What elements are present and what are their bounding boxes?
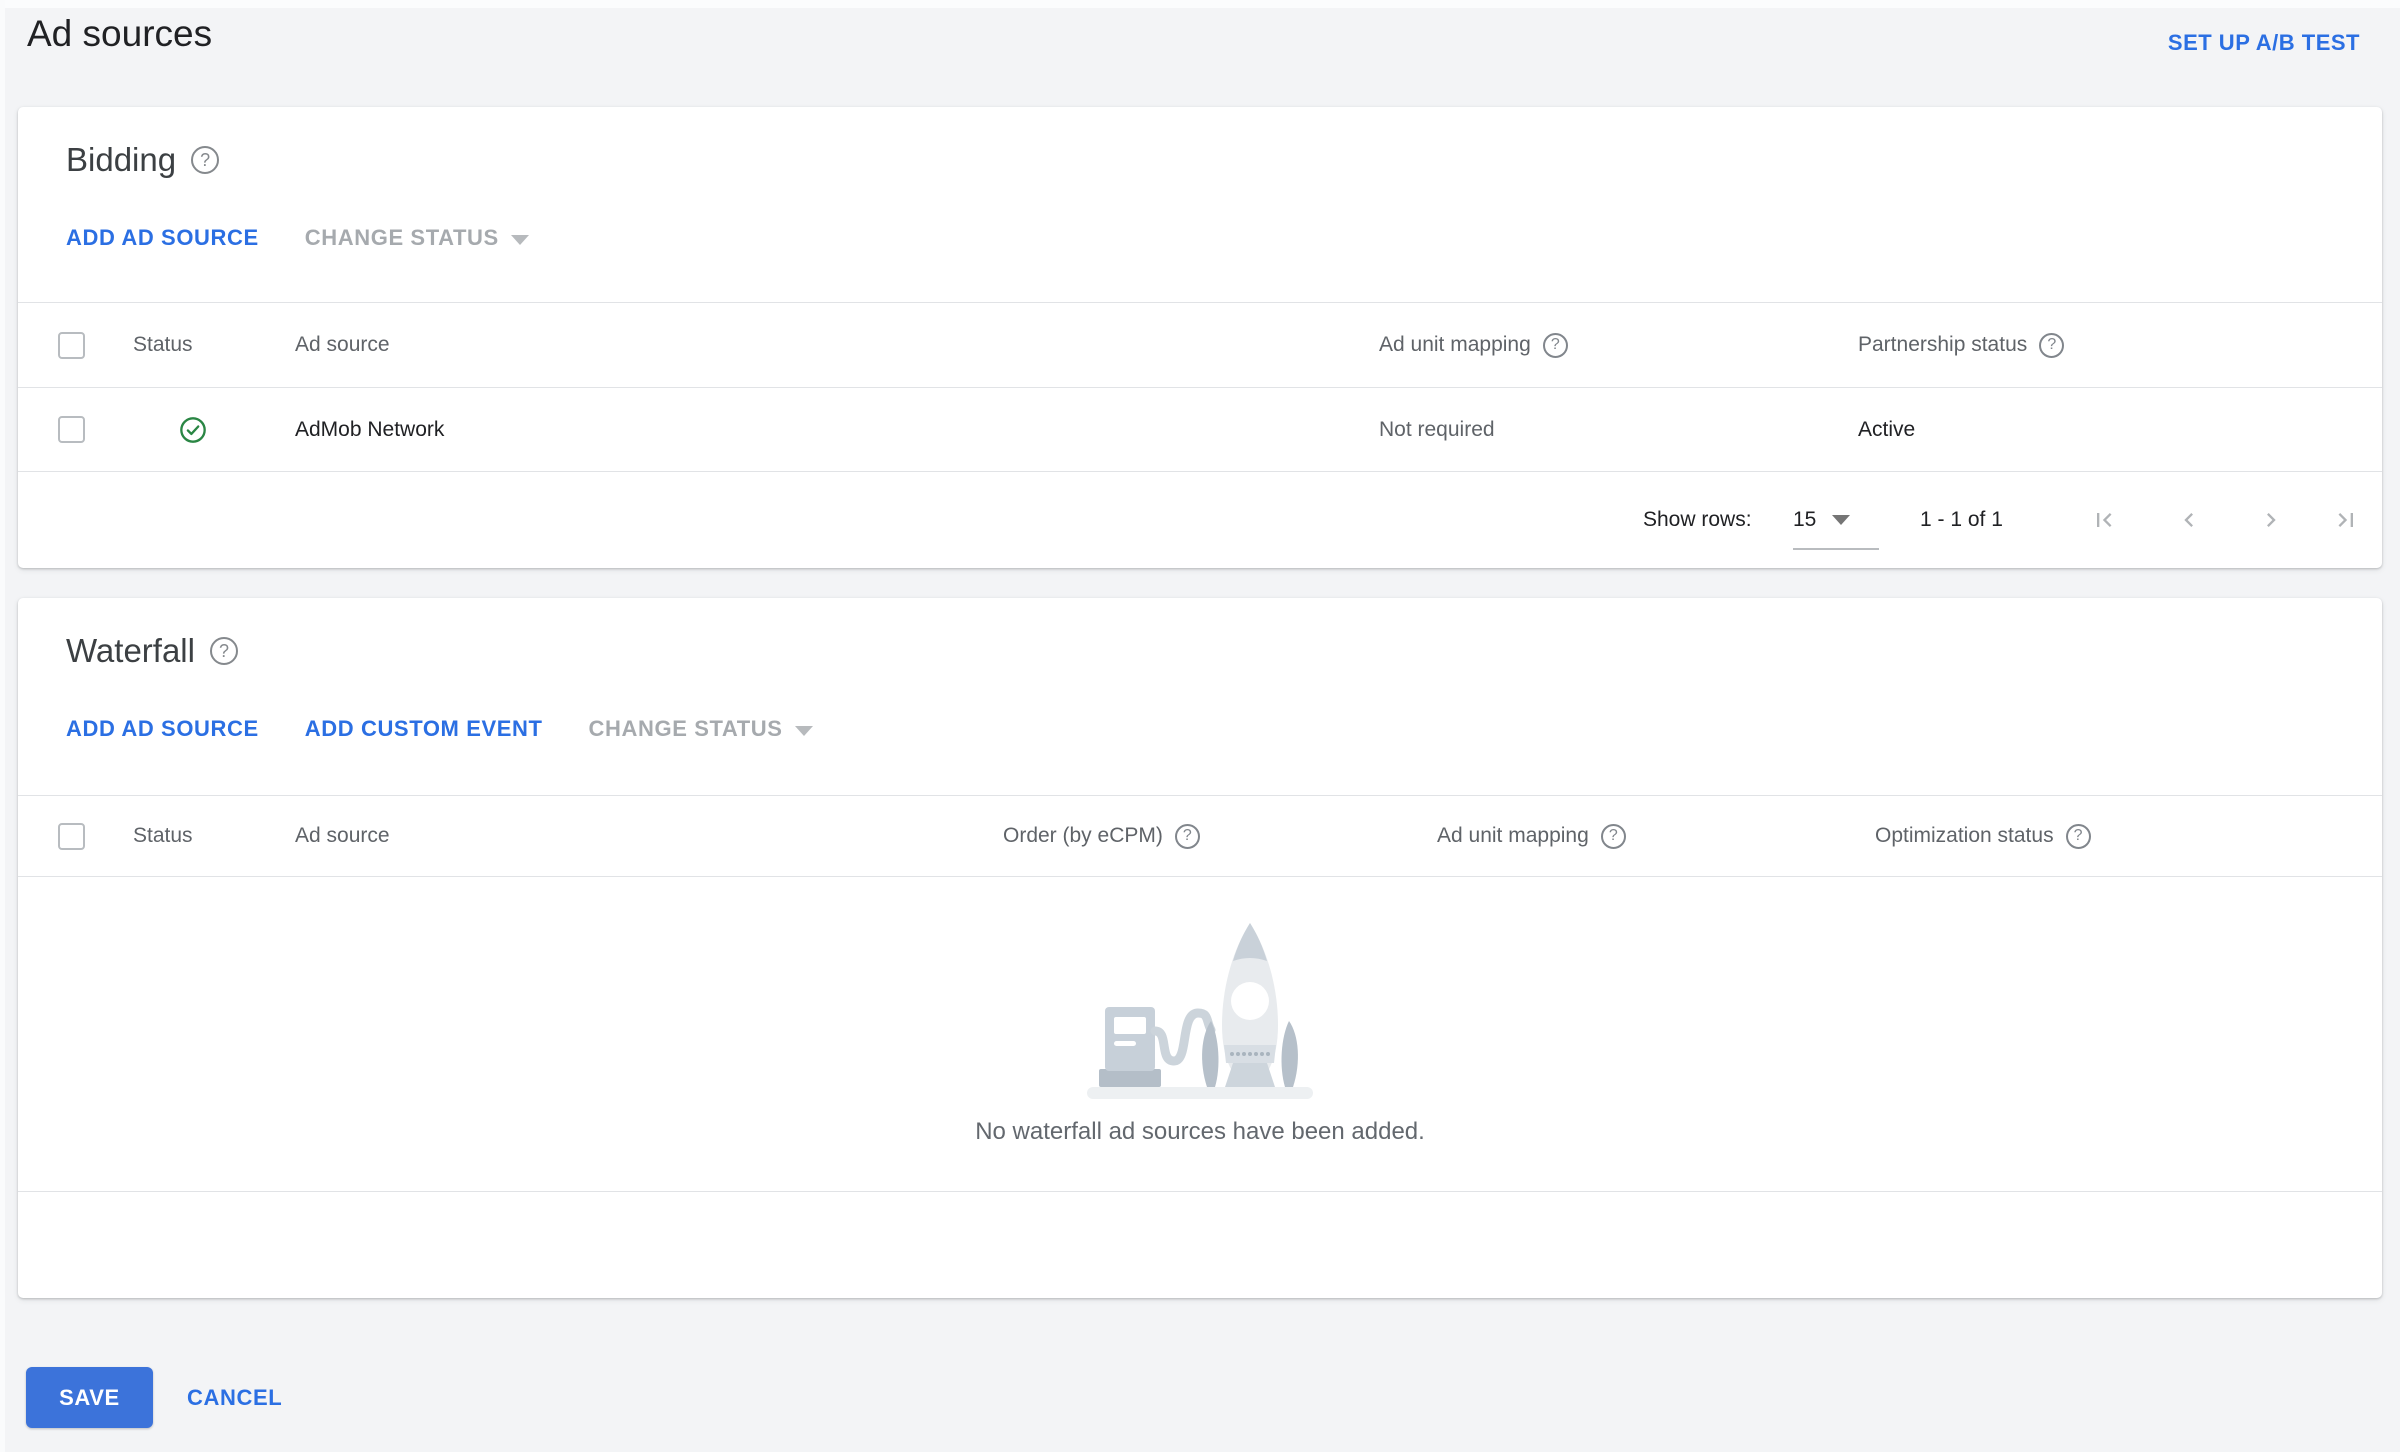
setup-ab-test-button[interactable]: SET UP A/B TEST (2168, 30, 2360, 56)
rocket-fueling-illustration (1087, 923, 1313, 1099)
waterfall-card-header: Waterfall ADD AD SOURCE ADD CUSTOM EVENT… (18, 598, 2382, 795)
waterfall-change-status-button[interactable]: CHANGE STATUS (589, 716, 813, 742)
waterfall-empty-message: No waterfall ad sources have been added. (975, 1118, 1425, 1145)
ad-unit-mapping-help-icon[interactable] (1542, 332, 1568, 358)
bidding-table-row: AdMob Network Not required Active (18, 388, 2382, 472)
waterfall-table-header: Status Ad source Order (by eCPM) Ad unit… (18, 795, 2382, 877)
waterfall-add-custom-event-button[interactable]: ADD CUSTOM EVENT (305, 716, 543, 742)
chevron-down-icon (794, 725, 813, 736)
save-button[interactable]: SAVE (26, 1367, 153, 1428)
waterfall-empty-state: No waterfall ad sources have been added. (18, 877, 2382, 1191)
bidding-change-status-button[interactable]: CHANGE STATUS (305, 225, 529, 251)
pagination-range: 1 - 1 of 1 (1920, 508, 2003, 531)
ad-source-name: AdMob Network (295, 417, 445, 441)
last-page-icon[interactable] (2332, 506, 2360, 534)
waterfall-section-title: Waterfall (66, 632, 195, 669)
ad-unit-mapping-value: Not required (1379, 417, 1495, 441)
bidding-section-title: Bidding (66, 141, 177, 178)
waterfall-change-status-label: CHANGE STATUS (588, 716, 783, 741)
waterfall-card: Waterfall ADD AD SOURCE ADD CUSTOM EVENT… (18, 598, 2382, 1298)
bidding-change-status-label: CHANGE STATUS (304, 225, 499, 250)
chevron-down-icon (1832, 515, 1851, 525)
waterfall-col-order: Order (by eCPM) (1003, 824, 1163, 847)
partnership-status-value: Active (1858, 417, 1916, 441)
bidding-help-icon[interactable] (191, 146, 220, 174)
bidding-select-all-checkbox[interactable] (58, 331, 85, 359)
rows-per-page-value: 15 (1793, 508, 1817, 531)
waterfall-help-icon[interactable] (209, 637, 238, 665)
ad-unit-mapping-help-icon[interactable] (1600, 823, 1626, 849)
bidding-card-header: Bidding ADD AD SOURCE CHANGE STATUS (18, 107, 2382, 302)
chevron-down-icon (510, 234, 529, 245)
waterfall-add-ad-source-button[interactable]: ADD AD SOURCE (66, 716, 259, 742)
show-rows-label: Show rows: (1643, 508, 1752, 531)
rows-per-page-select[interactable]: 15 (1793, 508, 1851, 532)
page-title: Ad sources (27, 13, 213, 54)
bidding-add-ad-source-button[interactable]: ADD AD SOURCE (66, 225, 259, 251)
next-page-icon[interactable] (2257, 506, 2285, 534)
row-checkbox[interactable] (58, 416, 85, 443)
bidding-table-header: Status Ad source Ad unit mapping Partner… (18, 302, 2382, 388)
select-underline (1793, 548, 1879, 550)
bidding-card: Bidding ADD AD SOURCE CHANGE STATUS Stat… (18, 107, 2382, 568)
bidding-col-ad-unit-mapping: Ad unit mapping (1379, 333, 1531, 356)
bidding-col-partnership-status: Partnership status (1858, 333, 2028, 356)
left-edge (0, 0, 5, 1452)
waterfall-col-ad-source: Ad source (295, 824, 390, 847)
bidding-col-ad-source: Ad source (295, 333, 390, 356)
status-active-check-circle-icon (180, 416, 206, 443)
order-ecpm-help-icon[interactable] (1174, 823, 1200, 849)
waterfall-col-optimization-status: Optimization status (1875, 824, 2054, 847)
top-edge (0, 0, 2400, 8)
waterfall-col-status: Status (133, 824, 193, 847)
waterfall-select-all-checkbox[interactable] (58, 822, 85, 850)
optimization-status-help-icon[interactable] (2065, 823, 2091, 849)
bidding-pagination: Show rows: 15 1 - 1 of 1 (18, 472, 2382, 568)
first-page-icon[interactable] (2090, 506, 2118, 534)
partnership-status-help-icon[interactable] (2039, 332, 2065, 358)
previous-page-icon[interactable] (2175, 506, 2203, 534)
waterfall-col-ad-unit-mapping: Ad unit mapping (1437, 824, 1589, 847)
bidding-col-status: Status (133, 333, 193, 356)
waterfall-footer-row (18, 1191, 2382, 1298)
cancel-button[interactable]: CANCEL (187, 1367, 282, 1428)
